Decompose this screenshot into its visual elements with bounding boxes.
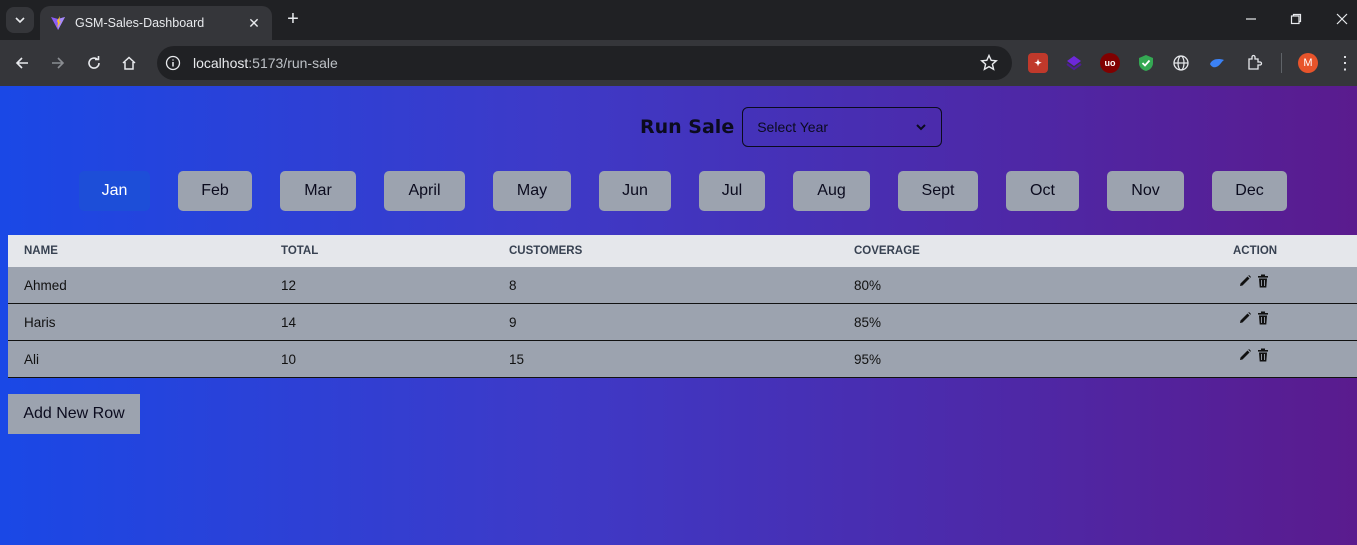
browser-toolbar: localhost:5173/run-sale ✦ uo <box>0 40 1357 86</box>
home-icon[interactable] <box>118 52 140 74</box>
month-button-sept[interactable]: Sept <box>898 171 978 211</box>
cell-coverage: 95% <box>854 352 882 367</box>
month-button-aug[interactable]: Aug <box>793 171 870 211</box>
star-icon[interactable] <box>980 54 998 72</box>
browser-tab-bar: GSM-Sales-Dashboard ✕ + <box>0 0 1357 40</box>
cell-total: 10 <box>281 352 297 367</box>
cell-customers: 8 <box>509 278 517 293</box>
extension-bird-icon[interactable] <box>1207 53 1227 73</box>
restore-icon[interactable] <box>1285 8 1307 30</box>
month-button-april[interactable]: April <box>384 171 465 211</box>
row-actions <box>1238 274 1270 288</box>
tab-title: GSM-Sales-Dashboard <box>75 16 205 30</box>
close-icon[interactable]: ✕ <box>246 15 262 32</box>
year-select-value: Select Year <box>757 119 829 135</box>
shield-icon[interactable] <box>1136 53 1156 73</box>
header-total: Total <box>281 245 319 257</box>
vite-logo-icon <box>51 16 65 30</box>
cell-customers: 9 <box>509 315 517 330</box>
reload-icon[interactable] <box>83 52 105 74</box>
site-info-icon[interactable] <box>163 53 183 73</box>
cell-total: 14 <box>281 315 297 330</box>
chevron-down-icon <box>916 124 926 131</box>
cell-total: 12 <box>281 278 297 293</box>
minimize-icon[interactable] <box>1240 8 1262 30</box>
month-button-may[interactable]: May <box>493 171 571 211</box>
cell-name: Ahmed <box>24 278 67 293</box>
address-bar[interactable]: localhost:5173/run-sale <box>157 46 1012 80</box>
trash-icon[interactable] <box>1256 348 1270 362</box>
cell-name: Haris <box>24 315 56 330</box>
extension-icon[interactable] <box>1244 53 1264 73</box>
trash-icon[interactable] <box>1256 274 1270 288</box>
plus-icon[interactable]: + <box>282 9 304 31</box>
table-row: Ali 10 15 95% <box>8 341 1357 378</box>
add-new-row-button[interactable]: Add New Row <box>8 394 140 434</box>
edit-pencil-icon[interactable] <box>1238 348 1252 362</box>
heading-row: Run Sale Select Year <box>640 107 943 147</box>
month-button-nov[interactable]: Nov <box>1107 171 1184 211</box>
month-button-dec[interactable]: Dec <box>1212 171 1287 211</box>
table-header: Name Total Customers Coverage Action <box>8 235 1357 267</box>
kebab-menu-icon[interactable]: ⋮ <box>1336 53 1354 73</box>
back-icon[interactable] <box>11 52 33 74</box>
header-action: Action <box>1233 245 1278 257</box>
avatar[interactable]: M <box>1298 53 1318 73</box>
header-coverage: Coverage <box>854 245 920 257</box>
url-text: localhost:5173/run-sale <box>193 55 338 71</box>
run-sale-page: Run Sale Select Year Jan Feb Mar April M… <box>0 86 1357 545</box>
month-button-feb[interactable]: Feb <box>178 171 252 211</box>
cell-coverage: 85% <box>854 315 882 330</box>
browser-tab[interactable]: GSM-Sales-Dashboard ✕ <box>40 6 272 40</box>
cell-coverage: 80% <box>854 278 882 293</box>
year-select[interactable]: Select Year <box>742 107 943 147</box>
row-actions <box>1238 348 1270 362</box>
tab-search-icon[interactable] <box>6 7 34 33</box>
month-button-mar[interactable]: Mar <box>280 171 356 211</box>
ublock-icon[interactable]: uo <box>1100 53 1120 73</box>
month-button-jan[interactable]: Jan <box>79 171 150 211</box>
cell-name: Ali <box>24 352 40 367</box>
month-button-jun[interactable]: Jun <box>599 171 671 211</box>
extension-layers-icon[interactable] <box>1064 53 1084 73</box>
sales-table: Name Total Customers Coverage Action Ahm… <box>8 235 1357 378</box>
header-name: Name <box>24 245 58 257</box>
globe-icon[interactable] <box>1171 53 1191 73</box>
url-host: localhost <box>193 55 249 71</box>
url-path: :5173/run-sale <box>248 55 338 71</box>
header-customers: Customers <box>509 245 583 257</box>
forward-icon[interactable] <box>47 52 69 74</box>
cell-customers: 15 <box>509 352 525 367</box>
trash-icon[interactable] <box>1256 311 1270 325</box>
edit-pencil-icon[interactable] <box>1238 274 1252 288</box>
table-row: Ahmed 12 8 80% <box>8 267 1357 304</box>
row-actions <box>1238 311 1270 325</box>
close-window-icon[interactable] <box>1331 8 1353 30</box>
table-row: Haris 14 9 85% <box>8 304 1357 341</box>
month-button-jul[interactable]: Jul <box>699 171 765 211</box>
toolbar-separator <box>1281 53 1282 73</box>
extension-red-icon[interactable]: ✦ <box>1028 53 1048 73</box>
page-title: Run Sale <box>640 116 735 138</box>
month-button-oct[interactable]: Oct <box>1006 171 1079 211</box>
edit-pencil-icon[interactable] <box>1238 311 1252 325</box>
